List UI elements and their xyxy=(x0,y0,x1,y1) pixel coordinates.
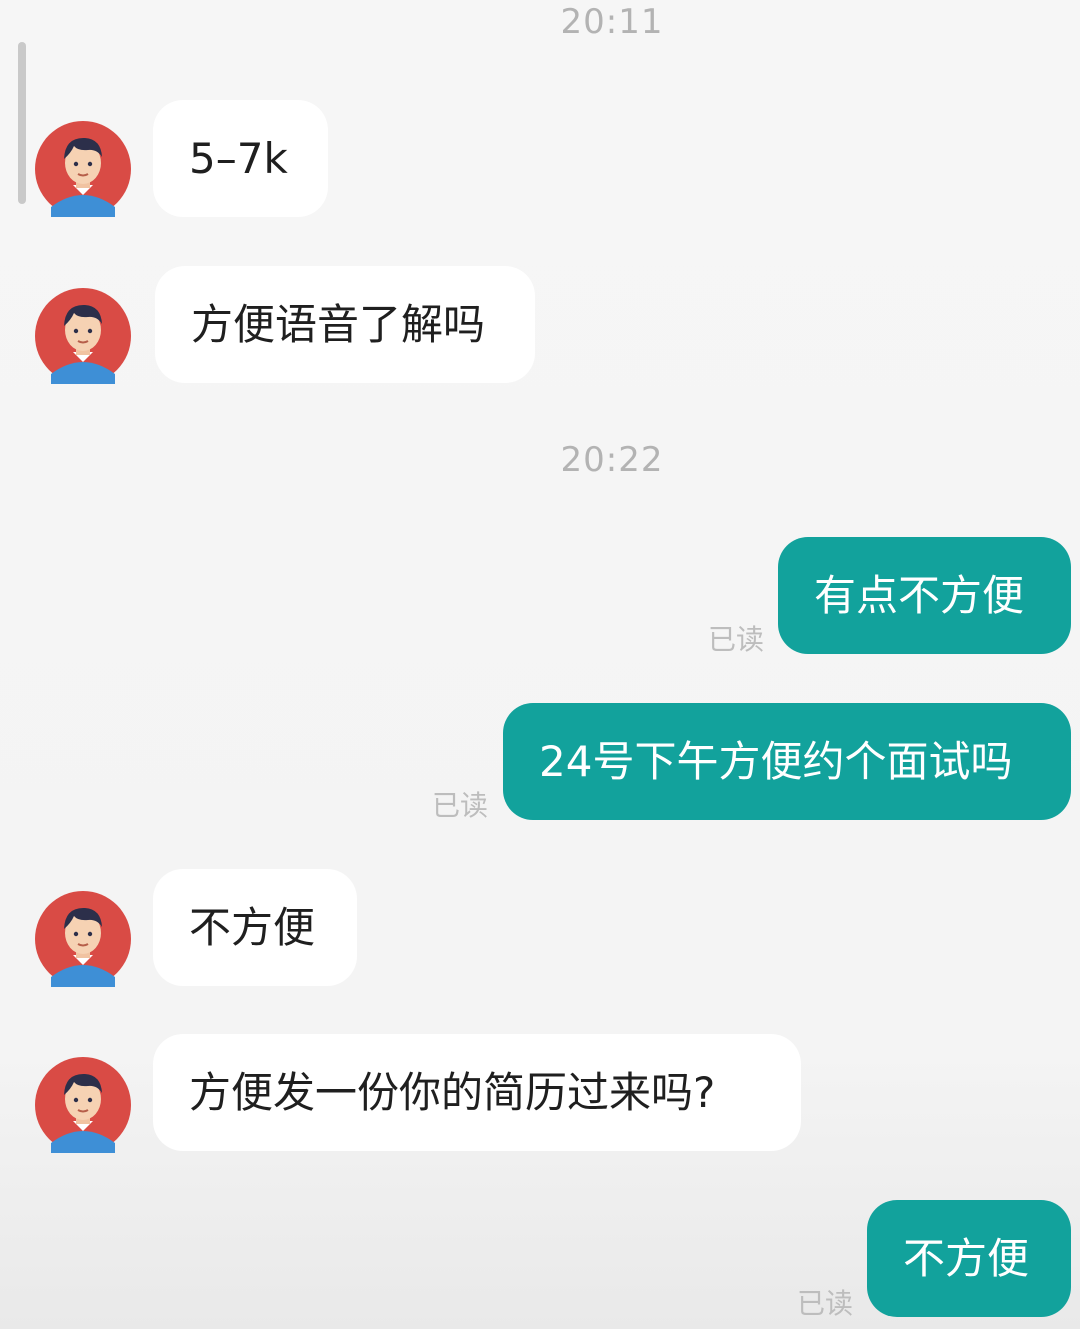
read-status: 已读 xyxy=(708,623,765,656)
timestamp: 20:22 xyxy=(560,440,664,480)
timestamp: 20:11 xyxy=(560,2,664,42)
read-status: 已读 xyxy=(432,789,489,822)
incoming-message[interactable]: 5–7k xyxy=(153,100,328,217)
recruiter-avatar-icon[interactable] xyxy=(35,121,131,217)
scroll-indicator[interactable] xyxy=(18,42,26,204)
incoming-message[interactable]: 不方便 xyxy=(153,869,357,986)
outgoing-message[interactable]: 不方便 xyxy=(867,1200,1071,1317)
outgoing-message[interactable]: 有点不方便 xyxy=(778,537,1071,654)
incoming-message[interactable]: 方便语音了解吗 xyxy=(155,266,535,383)
recruiter-avatar-icon[interactable] xyxy=(35,891,131,987)
chat-view[interactable]: 20:11 5–7k 方便语音了解吗 20:22 已读 有点不方便 已读 24号… xyxy=(0,0,1080,1329)
read-status: 已读 xyxy=(797,1287,854,1320)
outgoing-message[interactable]: 24号下午方便约个面试吗 xyxy=(503,703,1071,820)
recruiter-avatar-icon[interactable] xyxy=(35,1057,131,1153)
incoming-message[interactable]: 方便发一份你的简历过来吗? xyxy=(153,1034,801,1151)
recruiter-avatar-icon[interactable] xyxy=(35,288,131,384)
